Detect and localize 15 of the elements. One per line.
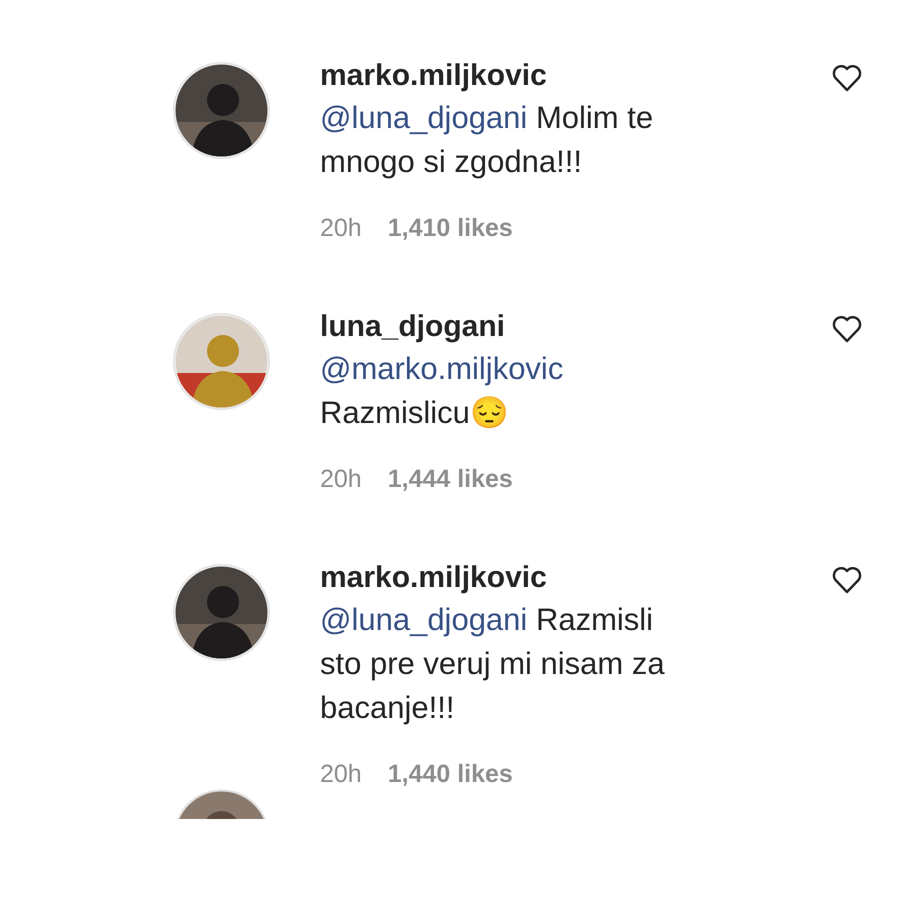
- username[interactable]: marko.miljkovic: [320, 558, 812, 598]
- mention-link[interactable]: @luna_djogani: [320, 602, 528, 637]
- username[interactable]: marko.miljkovic: [320, 56, 812, 96]
- comment-text: @luna_djogani Molim te mnogo si zgodna!!!: [320, 99, 654, 181]
- mention-link[interactable]: @marko.miljkovic: [320, 351, 564, 386]
- comment-time: 20h: [320, 214, 362, 243]
- username[interactable]: luna_djogani: [320, 307, 812, 347]
- heart-icon[interactable]: [832, 315, 862, 343]
- comment-text: @marko.miljkovic Razmislicu😔: [320, 350, 564, 432]
- comment-time: 20h: [320, 760, 362, 789]
- comment-time: 20h: [320, 465, 362, 494]
- comment-text: @luna_djogani Razmisli sto pre veruj mi nisam za bacanje!!!: [320, 601, 666, 727]
- mention-link[interactable]: @luna_djogani: [320, 100, 528, 135]
- heart-icon[interactable]: [832, 566, 862, 594]
- heart-icon[interactable]: [832, 64, 862, 92]
